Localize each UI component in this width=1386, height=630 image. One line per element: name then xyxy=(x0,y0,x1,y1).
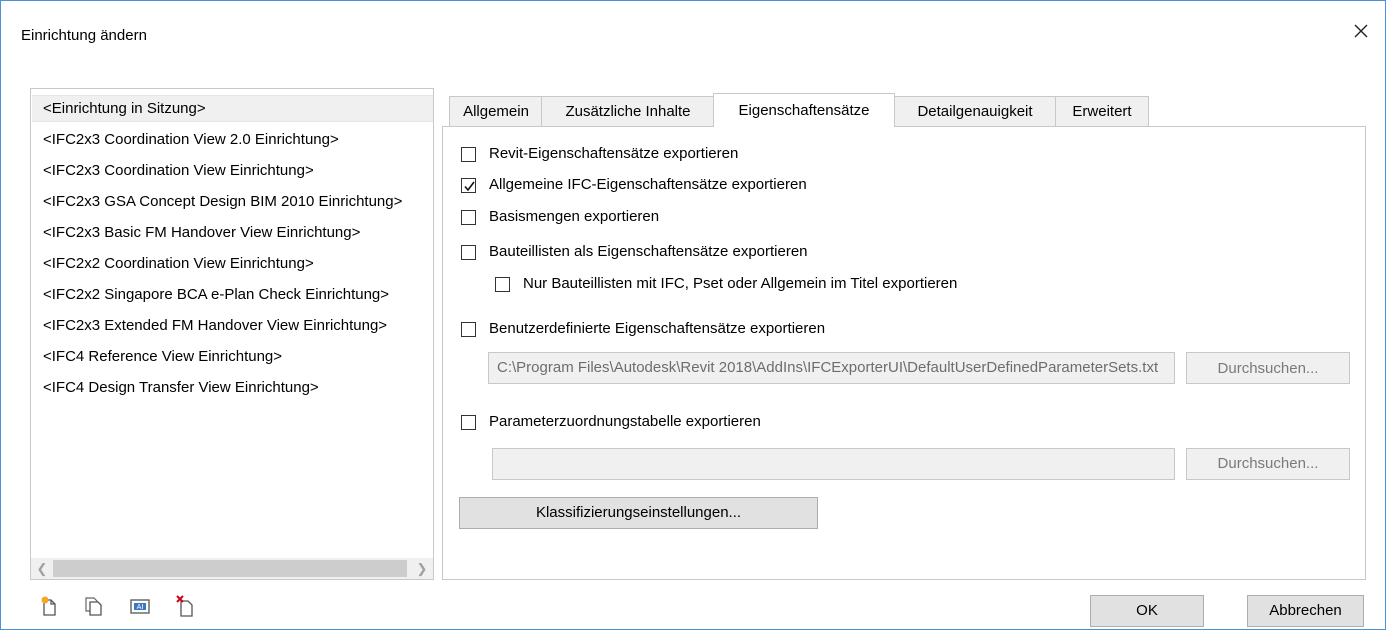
setup-item[interactable]: <IFC2x3 Coordination View Einrichtung> xyxy=(32,158,433,183)
close-icon[interactable] xyxy=(1347,17,1375,45)
base-quantities-label: Basismengen exportieren xyxy=(489,208,660,225)
tab-allgemein[interactable]: Allgemein xyxy=(449,96,543,126)
setup-item[interactable]: <IFC2x2 Singapore BCA e-Plan Check Einri… xyxy=(32,282,433,307)
classification-settings-button[interactable]: Klassifizierungseinstellungen... xyxy=(459,497,818,529)
setup-item[interactable]: <IFC2x3 Basic FM Handover View Einrichtu… xyxy=(32,220,433,245)
revit-psets-checkbox[interactable] xyxy=(461,147,476,162)
setup-item[interactable]: <IFC2x3 Coordination View 2.0 Einrichtun… xyxy=(32,127,433,152)
schedules-label: Bauteillisten als Eigenschaftensätze exp… xyxy=(489,243,808,260)
browse-button-1[interactable]: Durchsuchen... xyxy=(1186,352,1350,384)
schedules-checkbox[interactable] xyxy=(461,245,476,260)
ok-button[interactable]: OK xyxy=(1090,595,1204,627)
revit-psets-label: Revit-Eigenschaftensätze exportieren xyxy=(489,145,739,162)
ifc-psets-checkbox[interactable] xyxy=(461,178,476,193)
setup-item-session[interactable]: <Einrichtung in Sitzung> xyxy=(32,95,433,122)
tab-eigenschaftensaetze[interactable]: Eigenschaftensätze xyxy=(713,93,895,127)
cancel-button[interactable]: Abbrechen xyxy=(1247,595,1364,627)
dialog-title: Einrichtung ändern xyxy=(21,27,147,44)
horizontal-scrollbar[interactable]: ❮ ❯ xyxy=(31,558,433,579)
setup-item[interactable]: <IFC2x3 Extended FM Handover View Einric… xyxy=(32,313,433,338)
param-mapping-checkbox[interactable] xyxy=(461,415,476,430)
setup-item[interactable]: <IFC2x3 GSA Concept Design BIM 2010 Einr… xyxy=(32,189,433,214)
browse-button-2[interactable]: Durchsuchen... xyxy=(1186,448,1350,480)
duplicate-setup-icon[interactable] xyxy=(83,595,105,617)
param-mapping-path-field[interactable] xyxy=(492,448,1175,480)
dialog-window: Einrichtung ändern <Einrichtung in Sitzu… xyxy=(0,0,1386,630)
scrollbar-thumb[interactable] xyxy=(53,560,407,577)
setup-list[interactable]: <Einrichtung in Sitzung> <IFC2x3 Coordin… xyxy=(30,88,434,580)
base-quantities-checkbox[interactable] xyxy=(461,210,476,225)
scroll-right-icon[interactable]: ❯ xyxy=(413,560,431,577)
scroll-left-icon[interactable]: ❮ xyxy=(33,560,51,577)
schedules-filter-checkbox[interactable] xyxy=(495,277,510,292)
setup-item[interactable]: <IFC2x2 Coordination View Einrichtung> xyxy=(32,251,433,276)
user-defined-checkbox[interactable] xyxy=(461,322,476,337)
tab-erweitert[interactable]: Erweitert xyxy=(1055,96,1149,126)
delete-setup-icon[interactable] xyxy=(175,595,197,617)
rename-setup-icon[interactable]: AI xyxy=(129,595,151,617)
user-defined-path-field[interactable]: C:\Program Files\Autodesk\Revit 2018\Add… xyxy=(488,352,1175,384)
setup-item[interactable]: <IFC4 Design Transfer View Einrichtung> xyxy=(32,375,433,400)
new-setup-icon[interactable] xyxy=(39,595,61,617)
tab-detailgenauigkeit[interactable]: Detailgenauigkeit xyxy=(893,96,1057,126)
tab-zusaetzliche-inhalte[interactable]: Zusätzliche Inhalte xyxy=(541,96,715,126)
schedules-filter-label: Nur Bauteillisten mit IFC, Pset oder All… xyxy=(523,275,958,292)
setup-item[interactable]: <IFC4 Reference View Einrichtung> xyxy=(32,344,433,369)
svg-text:AI: AI xyxy=(137,603,144,611)
user-defined-label: Benutzerdefinierte Eigenschaftensätze ex… xyxy=(489,320,826,337)
param-mapping-label: Parameterzuordnungstabelle exportieren xyxy=(489,413,761,430)
ifc-psets-label: Allgemeine IFC-Eigenschaftensätze export… xyxy=(489,176,807,193)
